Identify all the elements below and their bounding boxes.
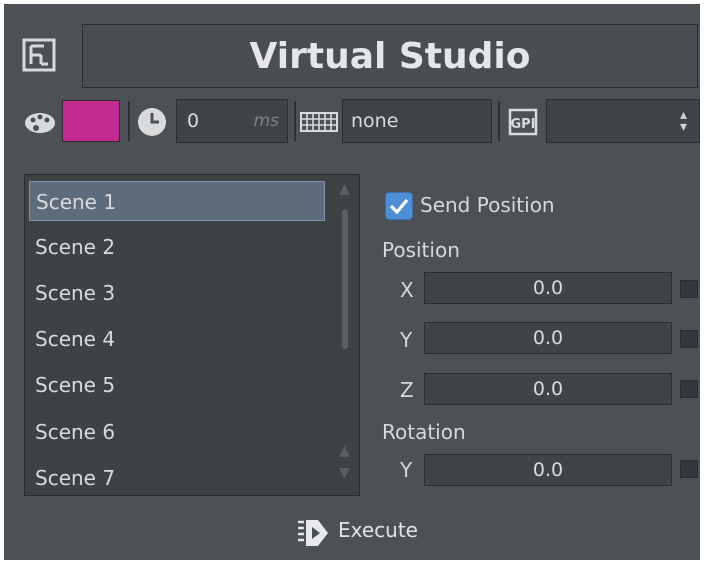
- virtual-studio-panel: Virtual Studio 0 ms none GPI ▴ ▾ Scene 1 …: [4, 4, 700, 560]
- list-item[interactable]: Scene 2: [29, 227, 325, 267]
- checkmark-icon: [389, 198, 409, 215]
- rotation-y-label: Y: [400, 458, 413, 482]
- scroll-up-icon[interactable]: ▲: [339, 181, 350, 197]
- position-y-input[interactable]: 0.0: [424, 322, 672, 354]
- delay-input[interactable]: 0 ms: [176, 99, 288, 143]
- keyframe-toggle-rotation-y[interactable]: [680, 460, 698, 478]
- keyboard-icon: [300, 112, 338, 132]
- scene-list[interactable]: Scene 1 Scene 2 Scene 3 Scene 4 Scene 5 …: [24, 174, 360, 496]
- list-item[interactable]: Scene 7: [29, 458, 325, 498]
- x-label: X: [400, 278, 414, 302]
- execute-button[interactable]: Execute: [338, 518, 418, 542]
- rotation-heading: Rotation: [382, 420, 466, 444]
- execute-icon[interactable]: [296, 518, 330, 548]
- send-position-label: Send Position: [420, 193, 555, 217]
- gpi-dropdown[interactable]: ▴ ▾: [546, 99, 700, 143]
- palette-icon: [25, 113, 55, 133]
- list-item[interactable]: Scene 4: [29, 319, 325, 359]
- list-item[interactable]: Scene 6: [29, 412, 325, 452]
- divider: [128, 101, 130, 141]
- y-label: Y: [400, 328, 413, 352]
- key-input[interactable]: none: [342, 99, 492, 143]
- z-label: Z: [400, 378, 414, 402]
- scroll-down-icon[interactable]: ▼: [339, 465, 350, 481]
- scroll-thumb[interactable]: [342, 209, 348, 349]
- clock-icon: [138, 108, 166, 136]
- position-x-input[interactable]: 0.0: [424, 272, 672, 304]
- scrollbar[interactable]: ▲ ▲ ▼: [335, 179, 355, 489]
- rotation-y-input[interactable]: 0.0: [424, 454, 672, 486]
- divider: [498, 101, 500, 141]
- list-item[interactable]: Scene 5: [29, 365, 325, 405]
- scroll-up-icon[interactable]: ▲: [339, 443, 350, 459]
- position-z-input[interactable]: 0.0: [424, 373, 672, 405]
- delay-value: 0: [187, 110, 200, 132]
- gpi-label: GPI: [510, 117, 535, 132]
- chevron-updown-icon: ▴ ▾: [679, 107, 687, 135]
- keyframe-toggle-x[interactable]: [680, 280, 698, 298]
- list-item[interactable]: Scene 3: [29, 273, 325, 313]
- delay-unit: ms: [253, 111, 279, 131]
- color-swatch[interactable]: [62, 100, 120, 142]
- send-position-checkbox[interactable]: [385, 192, 413, 220]
- keyframe-toggle-z[interactable]: [680, 380, 698, 398]
- page-title: Virtual Studio: [82, 24, 698, 88]
- position-heading: Position: [382, 238, 460, 262]
- divider: [294, 101, 296, 141]
- logo-icon: [22, 38, 56, 72]
- gpi-icon: GPI: [508, 108, 538, 136]
- keyframe-toggle-y[interactable]: [680, 330, 698, 348]
- list-item[interactable]: Scene 1: [29, 181, 325, 221]
